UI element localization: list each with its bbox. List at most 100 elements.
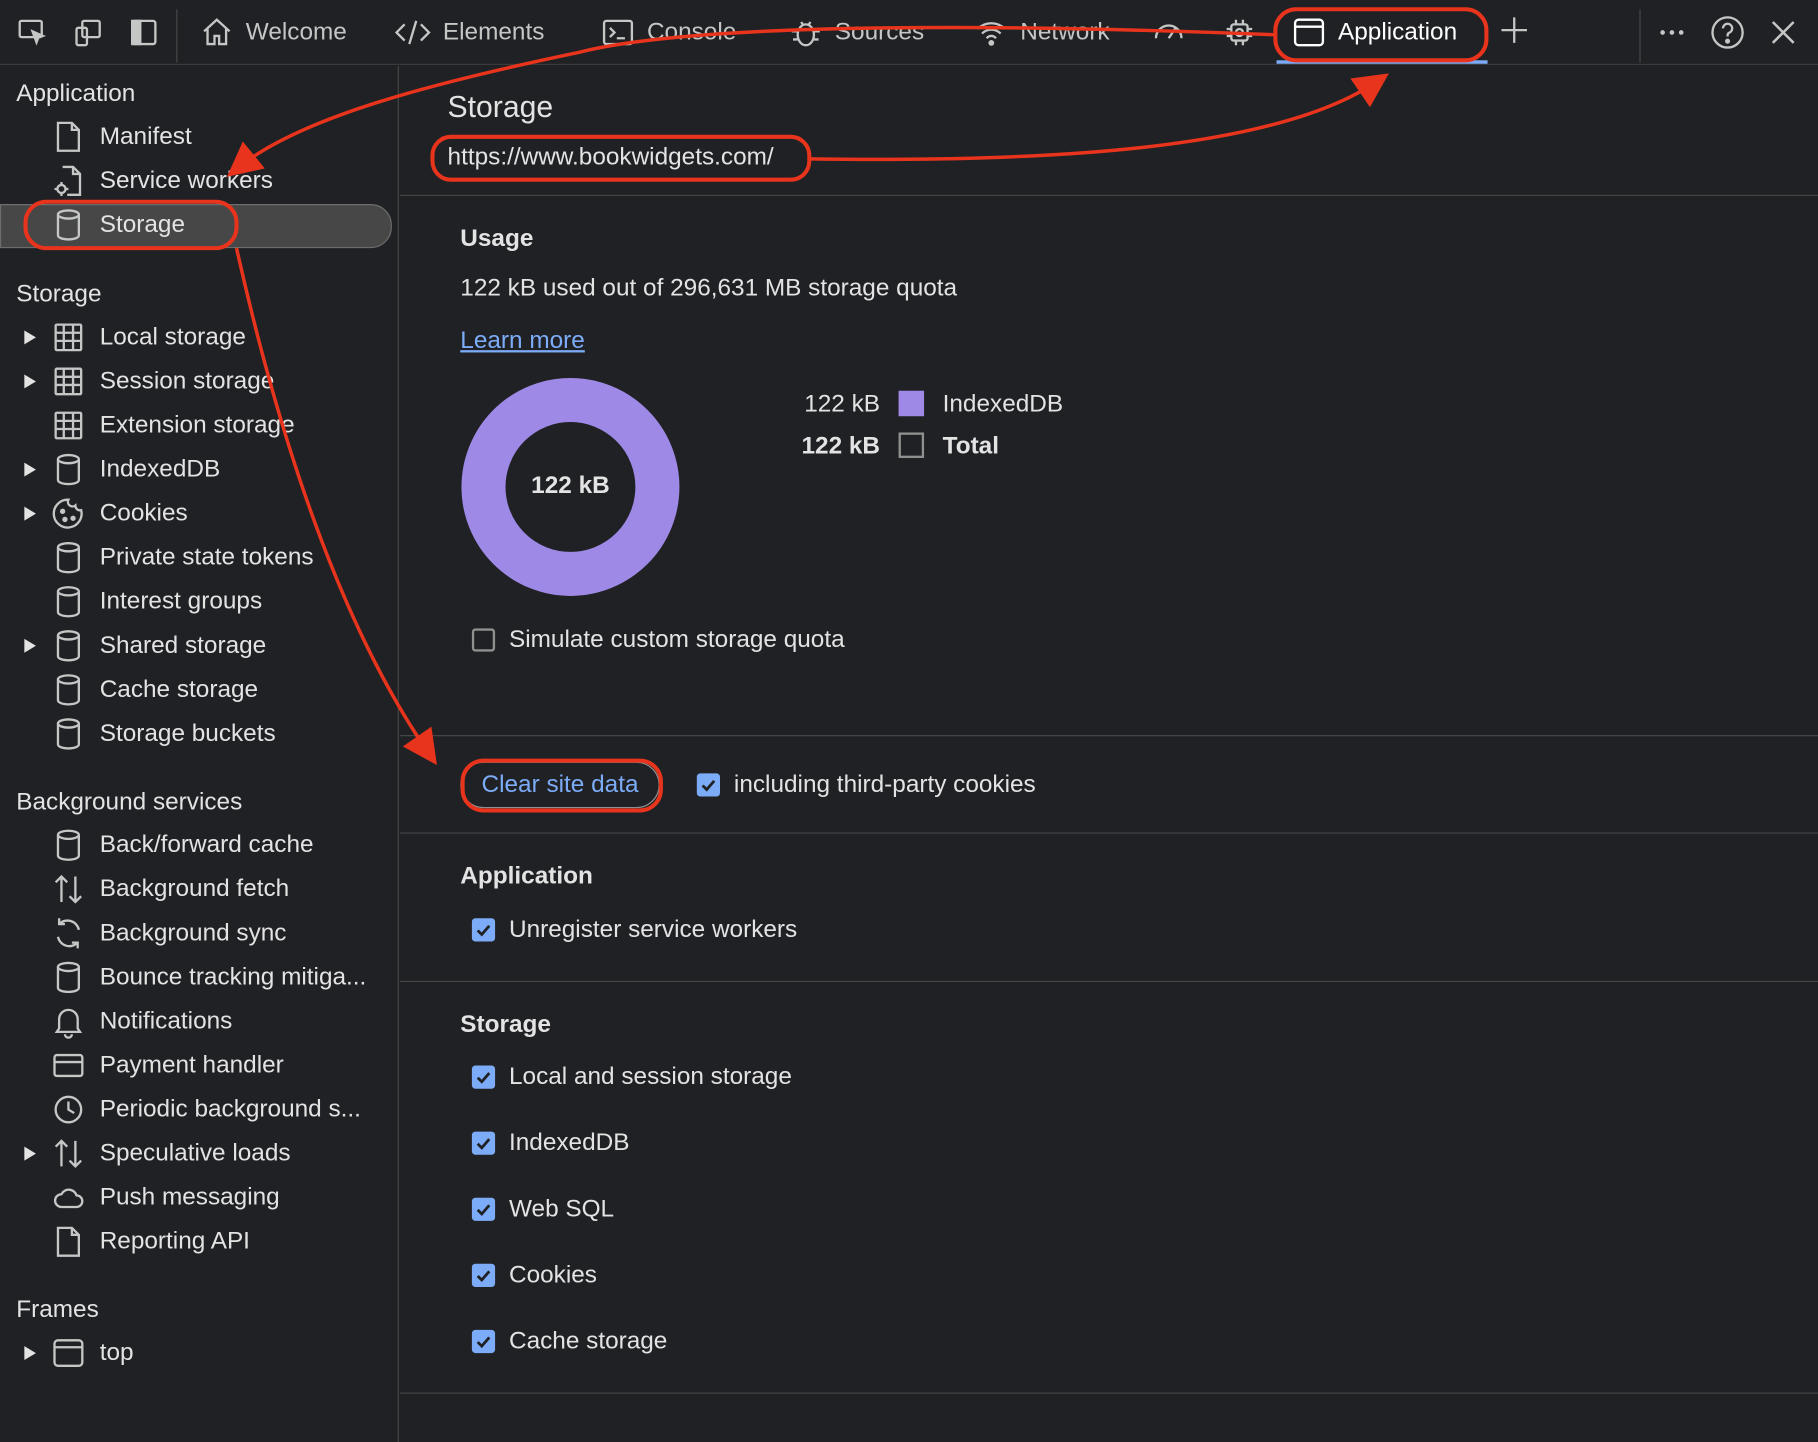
storage-option-checkbox[interactable] [471, 1197, 496, 1221]
storage-option-cookies[interactable]: Cookies [471, 1258, 597, 1293]
storage-option-checkbox[interactable] [471, 1329, 496, 1354]
up-down-arrows-icon [51, 1133, 86, 1175]
sidebar-item-extension-storage[interactable]: Extension storage [0, 405, 394, 447]
storage-option-cache-storage[interactable]: Cache storage [471, 1324, 667, 1359]
sidebar-item-private-state-tokens[interactable]: Private state tokens [0, 537, 394, 579]
sidebar-item-cookies[interactable]: Cookies [0, 493, 394, 535]
tab-memory[interactable] [1222, 0, 1257, 65]
sidebar-item-top[interactable]: top [0, 1332, 394, 1374]
tab-label: Sources [834, 18, 925, 46]
sidebar-item-label: Private state tokens [99, 543, 314, 571]
legend-value-indexeddb: 122 kB [804, 390, 881, 418]
gear-document-icon [51, 160, 86, 202]
clear-site-data-button[interactable]: Clear site data [460, 761, 660, 809]
database-icon [51, 824, 86, 866]
tab-label: Network [1020, 18, 1110, 46]
memory-chip-icon [1222, 15, 1257, 50]
application-window-icon [1292, 15, 1327, 50]
sidebar-item-manifest[interactable]: Manifest [0, 116, 394, 158]
sidebar-item-local-storage[interactable]: Local storage [0, 317, 394, 359]
inspect-element-icon[interactable] [14, 14, 51, 51]
table-icon [51, 405, 86, 447]
divider [400, 1392, 1818, 1394]
storage-option-label: IndexedDB [508, 1129, 630, 1156]
tab-label: Welcome [245, 18, 347, 46]
more-options-icon[interactable] [1653, 14, 1690, 51]
sidebar-item-storage-buckets[interactable]: Storage buckets [0, 713, 394, 755]
sidebar-item-label: Background sync [99, 919, 287, 947]
tab-welcome[interactable]: Welcome [199, 0, 347, 65]
expand-arrow-icon[interactable] [23, 625, 39, 667]
simulate-quota-checkbox[interactable] [471, 628, 496, 652]
divider [400, 832, 1818, 834]
sidebar-item-label: Periodic background s... [99, 1095, 361, 1123]
expand-arrow-icon[interactable] [23, 361, 39, 403]
storage-option-web-sql[interactable]: Web SQL [471, 1192, 615, 1227]
expand-arrow-icon[interactable] [23, 1332, 39, 1374]
tab-elements[interactable]: Elements [394, 0, 544, 65]
sidebar-item-session-storage[interactable]: Session storage [0, 361, 394, 403]
tab-sources[interactable]: Sources [788, 0, 924, 65]
active-tab-indicator [1276, 60, 1488, 64]
storage-option-checkbox[interactable] [471, 1131, 496, 1155]
tab-performance[interactable] [1151, 0, 1186, 65]
storage-option-indexeddb[interactable]: IndexedDB [471, 1126, 630, 1161]
sidebar-item-back-forward-cache[interactable]: Back/forward cache [0, 824, 394, 866]
database-icon [51, 625, 86, 667]
close-icon[interactable] [1765, 14, 1802, 51]
sidebar-section-background-services: Background services [16, 788, 243, 816]
device-toolbar-icon[interactable] [70, 14, 107, 51]
divider [400, 735, 1818, 737]
sidebar-item-label: Bounce tracking mitiga... [99, 963, 367, 991]
sidebar-item-payment-handler[interactable]: Payment handler [0, 1045, 394, 1087]
simulate-quota-option[interactable]: Simulate custom storage quota [471, 623, 845, 658]
sidebar-item-label: Session storage [99, 367, 275, 395]
bell-icon [51, 1001, 86, 1043]
sidebar-item-speculative-loads[interactable]: Speculative loads [0, 1133, 394, 1175]
sidebar-item-indexeddb[interactable]: IndexedDB [0, 449, 394, 491]
storage-option-local-and-session-storage[interactable]: Local and session storage [471, 1060, 792, 1095]
sidebar-item-interest-groups[interactable]: Interest groups [0, 581, 394, 623]
devtools-toolbar: Welcome Elements Console Sources Network… [0, 0, 1818, 65]
tab-network[interactable]: Network [974, 0, 1110, 65]
expand-arrow-icon[interactable] [23, 493, 39, 535]
sidebar-item-storage[interactable]: Storage [0, 204, 394, 249]
database-icon [51, 537, 86, 579]
help-icon[interactable] [1709, 14, 1746, 51]
third-party-cookies-option[interactable]: including third-party cookies [696, 768, 1036, 803]
simulate-quota-label: Simulate custom storage quota [508, 626, 845, 653]
sidebar-item-background-fetch[interactable]: Background fetch [0, 868, 394, 910]
unregister-service-workers-checkbox[interactable] [471, 918, 496, 942]
tab-console[interactable]: Console [601, 0, 737, 65]
learn-more-link[interactable]: Learn more [460, 327, 585, 355]
sidebar-item-background-sync[interactable]: Background sync [0, 912, 394, 954]
storage-option-label: Cookies [508, 1261, 597, 1289]
sidebar-item-notifications[interactable]: Notifications [0, 1001, 394, 1043]
wifi-icon [974, 15, 1009, 50]
expand-arrow-icon[interactable] [23, 449, 39, 491]
sidebar-item-shared-storage[interactable]: Shared storage [0, 625, 394, 667]
tab-label: Console [646, 18, 737, 46]
unregister-service-workers-option[interactable]: Unregister service workers [471, 912, 797, 947]
tab-application[interactable]: Application [1292, 0, 1457, 65]
dock-side-icon[interactable] [125, 14, 162, 51]
third-party-cookies-checkbox[interactable] [696, 773, 721, 797]
sync-icon [51, 912, 86, 954]
expand-arrow-icon[interactable] [23, 317, 39, 359]
storage-option-checkbox[interactable] [471, 1065, 496, 1089]
add-tab-icon[interactable] [1496, 12, 1533, 49]
table-icon [51, 317, 86, 359]
storage-option-checkbox[interactable] [471, 1263, 496, 1287]
storage-option-label: Web SQL [508, 1195, 615, 1223]
expand-arrow-icon[interactable] [23, 1133, 39, 1175]
sidebar-item-bounce-tracking-mitiga[interactable]: Bounce tracking mitiga... [0, 957, 394, 999]
donut-center-label: 122 kB [531, 471, 610, 499]
sidebar-item-push-messaging[interactable]: Push messaging [0, 1177, 394, 1219]
sidebar-item-service-workers[interactable]: Service workers [0, 160, 394, 202]
sidebar: Application Manifest Service workers Stora… [0, 66, 399, 1442]
sidebar-item-periodic-background-s[interactable]: Periodic background s... [0, 1089, 394, 1131]
sidebar-item-reporting-api[interactable]: Reporting API [0, 1221, 394, 1263]
sidebar-section-application: Application [16, 80, 136, 107]
sidebar-item-cache-storage[interactable]: Cache storage [0, 669, 394, 711]
sidebar-item-label: Manifest [99, 122, 192, 150]
